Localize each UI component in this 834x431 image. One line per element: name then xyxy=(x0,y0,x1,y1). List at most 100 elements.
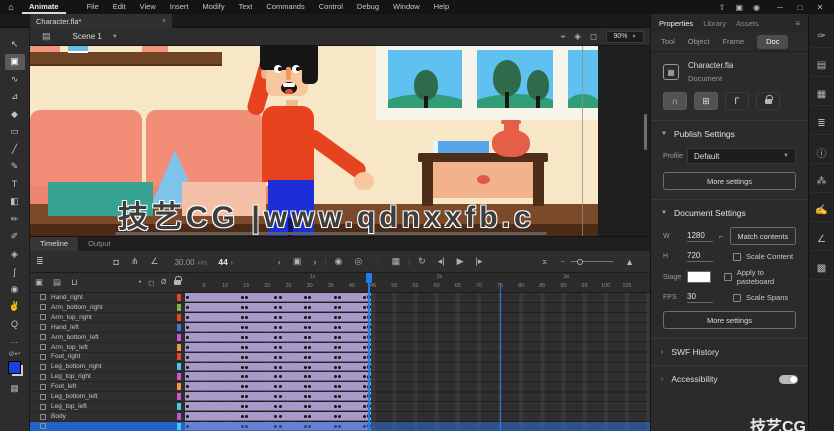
motion-tween-span[interactable] xyxy=(185,352,372,362)
tween-row[interactable] xyxy=(185,412,650,422)
eraser-tool[interactable]: ◆ xyxy=(5,106,25,122)
align-panel-icon[interactable]: ▦ xyxy=(810,84,833,106)
match-contents-button[interactable]: Match contents xyxy=(729,227,796,245)
rulers-toggle[interactable]: Γ xyxy=(725,92,749,110)
motion-tween-span[interactable] xyxy=(185,402,372,412)
publish-settings-header[interactable]: ▼ Publish Settings xyxy=(651,121,808,145)
tool-options-grid-icon[interactable]: ▦ xyxy=(10,383,19,394)
new-folder-button[interactable]: ▤ xyxy=(53,277,61,288)
layer-row[interactable]: Hand_right xyxy=(30,293,185,303)
tween-row[interactable] xyxy=(185,312,650,323)
default-colors-icon[interactable]: ⊘↩ xyxy=(9,350,21,358)
zoom-in-frames-icon[interactable]: ▲ xyxy=(625,257,634,267)
tween-row[interactable] xyxy=(185,302,650,313)
minimize-button[interactable]: ─ xyxy=(770,3,790,12)
keyboard-shortcuts-panel-icon[interactable]: ▤ xyxy=(810,55,833,77)
height-input[interactable]: 720 xyxy=(687,251,713,262)
swf-history-section[interactable]: › SWF History xyxy=(651,338,808,365)
shelf-item-shape[interactable] xyxy=(30,46,60,52)
scale-spans-checkbox[interactable]: Scale Spans xyxy=(733,293,788,302)
brush-tool[interactable]: ✏ xyxy=(5,211,25,227)
width-input[interactable]: 1280 xyxy=(687,231,713,242)
hand-tool[interactable]: ✌ xyxy=(5,299,25,315)
visibility-column-icon[interactable]: Ø xyxy=(161,279,166,286)
layer-row[interactable]: Foot_left xyxy=(30,382,185,393)
menu-animate[interactable]: Animate xyxy=(22,0,66,14)
motion-tween-span[interactable] xyxy=(185,302,372,312)
new-layer-button[interactable]: ▣ xyxy=(35,277,43,288)
table-top-shape[interactable] xyxy=(418,153,548,162)
draw-panel-icon[interactable]: ✍ xyxy=(810,200,833,222)
layer-row[interactable]: Foot_right xyxy=(30,353,185,363)
tween-row[interactable] xyxy=(185,322,650,333)
menu-debug[interactable]: Debug xyxy=(350,0,386,14)
step-back-button[interactable]: ◂| xyxy=(438,256,445,267)
motion-tween-span[interactable] xyxy=(185,372,372,382)
tween-row[interactable] xyxy=(185,402,650,412)
fill-color-swatch[interactable] xyxy=(8,360,21,374)
rectangle-tool[interactable]: ▭ xyxy=(5,124,25,140)
timeline-zoom-slider[interactable] xyxy=(571,258,614,265)
info-panel-icon[interactable]: ⓘ xyxy=(810,142,833,164)
clip-content-icon[interactable]: ◻ xyxy=(590,31,597,42)
layer-row[interactable]: Leg_bottom_right xyxy=(30,362,185,373)
playhead[interactable] xyxy=(365,273,372,431)
reset-timeline-zoom-icon[interactable]: ⌅ xyxy=(541,256,549,267)
menu-text[interactable]: Text xyxy=(232,0,260,14)
brushes-panel-icon[interactable]: ✑ xyxy=(810,26,833,48)
zoom-tool[interactable]: Q xyxy=(5,316,25,332)
fps-input[interactable]: 30 xyxy=(687,292,713,303)
more-tools-button[interactable]: ⋯ xyxy=(10,338,19,347)
tab-library[interactable]: Library xyxy=(703,19,726,28)
next-keyframe-button[interactable]: › xyxy=(313,257,316,267)
record-icon[interactable]: ◉ xyxy=(753,3,760,12)
delete-layer-button[interactable]: ⊔ xyxy=(71,277,78,288)
scene-dropdown-icon[interactable]: ▼ xyxy=(112,34,118,40)
motion-tween-span[interactable] xyxy=(185,332,372,342)
frame-marker-line[interactable] xyxy=(499,283,502,431)
camera-tool[interactable]: ◉ xyxy=(5,281,25,297)
lasso-tool[interactable]: ∿ xyxy=(5,71,25,87)
document-tab[interactable]: Character.fla* × xyxy=(30,14,172,28)
character-torso[interactable] xyxy=(262,106,314,182)
outline-column-icon[interactable]: ◻ xyxy=(148,279,154,287)
tween-row[interactable] xyxy=(185,332,650,343)
shelf-shape[interactable] xyxy=(30,52,222,66)
motion-editor-panel-icon[interactable]: ∠ xyxy=(810,229,833,251)
highlight-column-icon[interactable]: • xyxy=(139,279,141,286)
apply-pasteboard-checkbox[interactable]: Apply to pasteboard xyxy=(724,268,796,286)
character-right-hand[interactable] xyxy=(354,172,374,190)
tab-output[interactable]: Output xyxy=(78,237,121,251)
scene-breadcrumb[interactable]: Scene 1 xyxy=(73,32,102,41)
motion-tween-span[interactable] xyxy=(185,412,372,422)
menu-window[interactable]: Window xyxy=(386,0,427,14)
layer-row[interactable]: Arm_bottom_left xyxy=(30,333,185,343)
canvas-vertical-scrollbar[interactable] xyxy=(644,114,647,150)
onion-skin-outline-button[interactable]: ◎ xyxy=(354,256,362,267)
insert-frame-button[interactable]: ▦ xyxy=(392,256,401,267)
layer-row[interactable]: Leg_top_left xyxy=(30,402,185,413)
layer-row[interactable]: Leg_bottom_left xyxy=(30,392,185,403)
layer-row[interactable]: Leg_top_right xyxy=(30,372,185,383)
menu-insert[interactable]: Insert xyxy=(163,0,196,14)
menu-edit[interactable]: Edit xyxy=(106,0,133,14)
motion-tween-span[interactable] xyxy=(185,312,372,322)
current-frame-value[interactable]: 44 xyxy=(218,257,227,267)
link-dimensions-icon[interactable]: ⌐ xyxy=(719,232,724,241)
panel-menu-icon[interactable]: ≡ xyxy=(795,19,800,28)
tween-row[interactable] xyxy=(185,372,650,382)
layer-row[interactable] xyxy=(30,421,185,431)
step-forward-button[interactable]: |▸ xyxy=(476,256,483,267)
document-more-settings-button[interactable]: More settings xyxy=(663,311,796,329)
lock-guides-toggle[interactable] xyxy=(756,92,780,110)
graph-editor-icon[interactable]: ∠ xyxy=(151,256,159,267)
line-tool[interactable]: ╱ xyxy=(5,141,25,157)
menu-commands[interactable]: Commands xyxy=(259,0,311,14)
snap-grid-toggle[interactable]: ⊞ xyxy=(694,92,718,110)
frame-ruler[interactable]: 1s2s3s5101520253035404550556065707580859… xyxy=(185,273,650,293)
subtab-frame[interactable]: Frame xyxy=(722,37,744,46)
free-transform-tool[interactable]: ⊿ xyxy=(5,89,25,105)
lock-column-icon[interactable] xyxy=(174,276,182,285)
home-icon[interactable]: ⌂ xyxy=(0,2,22,12)
menu-modify[interactable]: Modify xyxy=(196,0,232,14)
